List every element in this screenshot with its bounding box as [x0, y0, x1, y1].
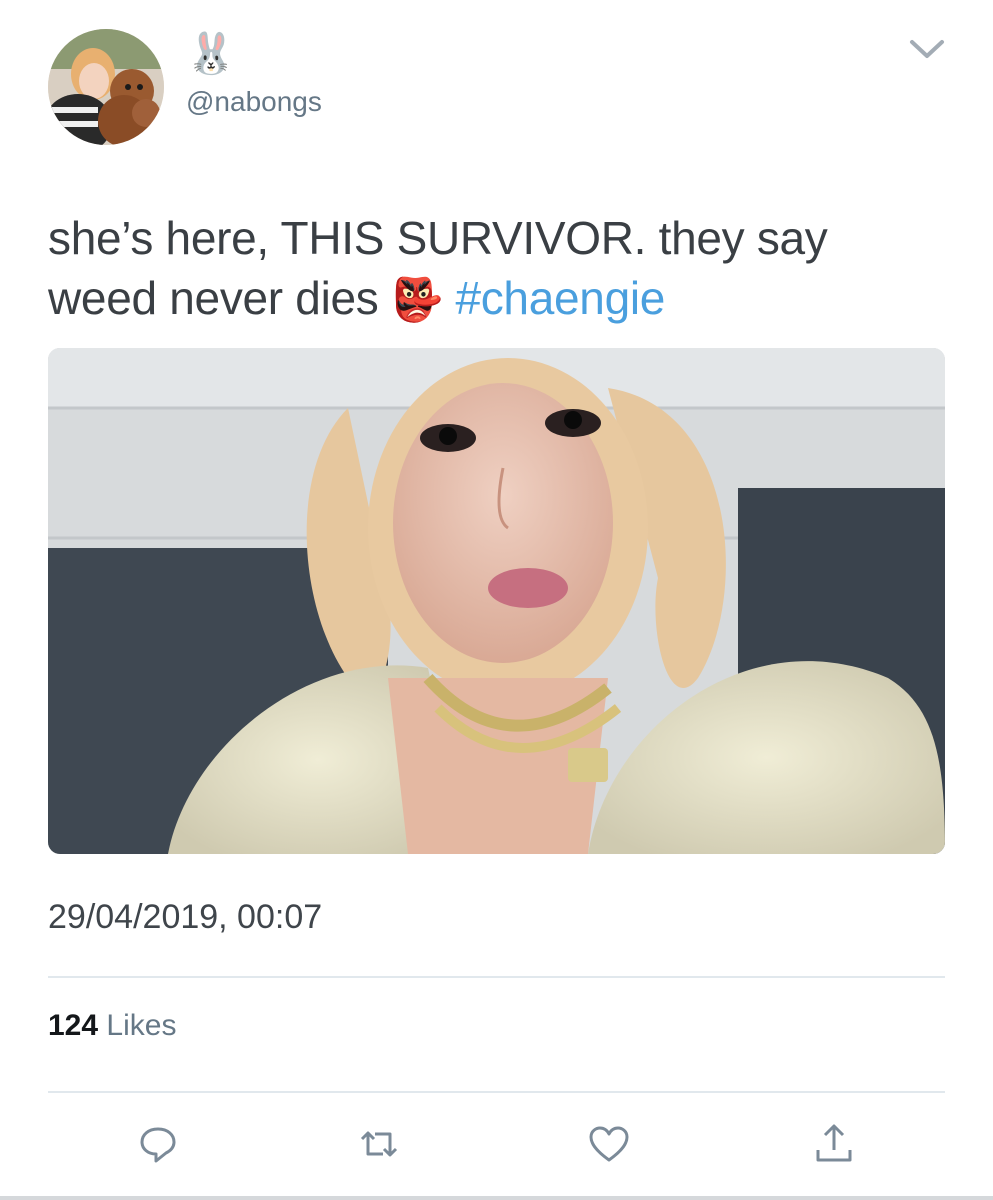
- tweet-photo[interactable]: [48, 348, 945, 854]
- divider: [48, 976, 945, 978]
- tweet-text: she’s here, THIS SURVIVOR. they say weed…: [48, 208, 948, 330]
- tweet-timestamp: 29/04/2019, 00:07: [48, 898, 323, 936]
- retweet-button[interactable]: [355, 1120, 403, 1168]
- goblin-emoji: 👺: [390, 276, 443, 323]
- display-name[interactable]: 🐰: [186, 32, 236, 76]
- like-button[interactable]: [585, 1120, 633, 1168]
- reply-icon: [140, 1127, 176, 1163]
- chevron-down-icon[interactable]: [906, 34, 948, 64]
- heart-icon: [589, 1126, 629, 1162]
- avatar-image: [48, 29, 164, 145]
- hashtag-link[interactable]: #chaengie: [455, 272, 665, 324]
- photo-image: [48, 348, 945, 854]
- avatar[interactable]: [48, 29, 164, 145]
- share-button[interactable]: [810, 1120, 858, 1168]
- retweet-icon: [360, 1131, 398, 1157]
- likes-stat[interactable]: 124 Likes: [48, 1008, 176, 1044]
- tweet-card: 🐰 @nabongs she’s here, THIS SURVIVOR. th…: [0, 0, 993, 1200]
- user-handle[interactable]: @nabongs: [186, 86, 322, 118]
- likes-label: Likes: [106, 1009, 177, 1042]
- likes-count: 124: [48, 1009, 99, 1042]
- bottom-edge: [0, 1196, 993, 1200]
- reply-button[interactable]: [134, 1120, 182, 1168]
- share-icon: [816, 1124, 852, 1162]
- divider: [48, 1091, 945, 1093]
